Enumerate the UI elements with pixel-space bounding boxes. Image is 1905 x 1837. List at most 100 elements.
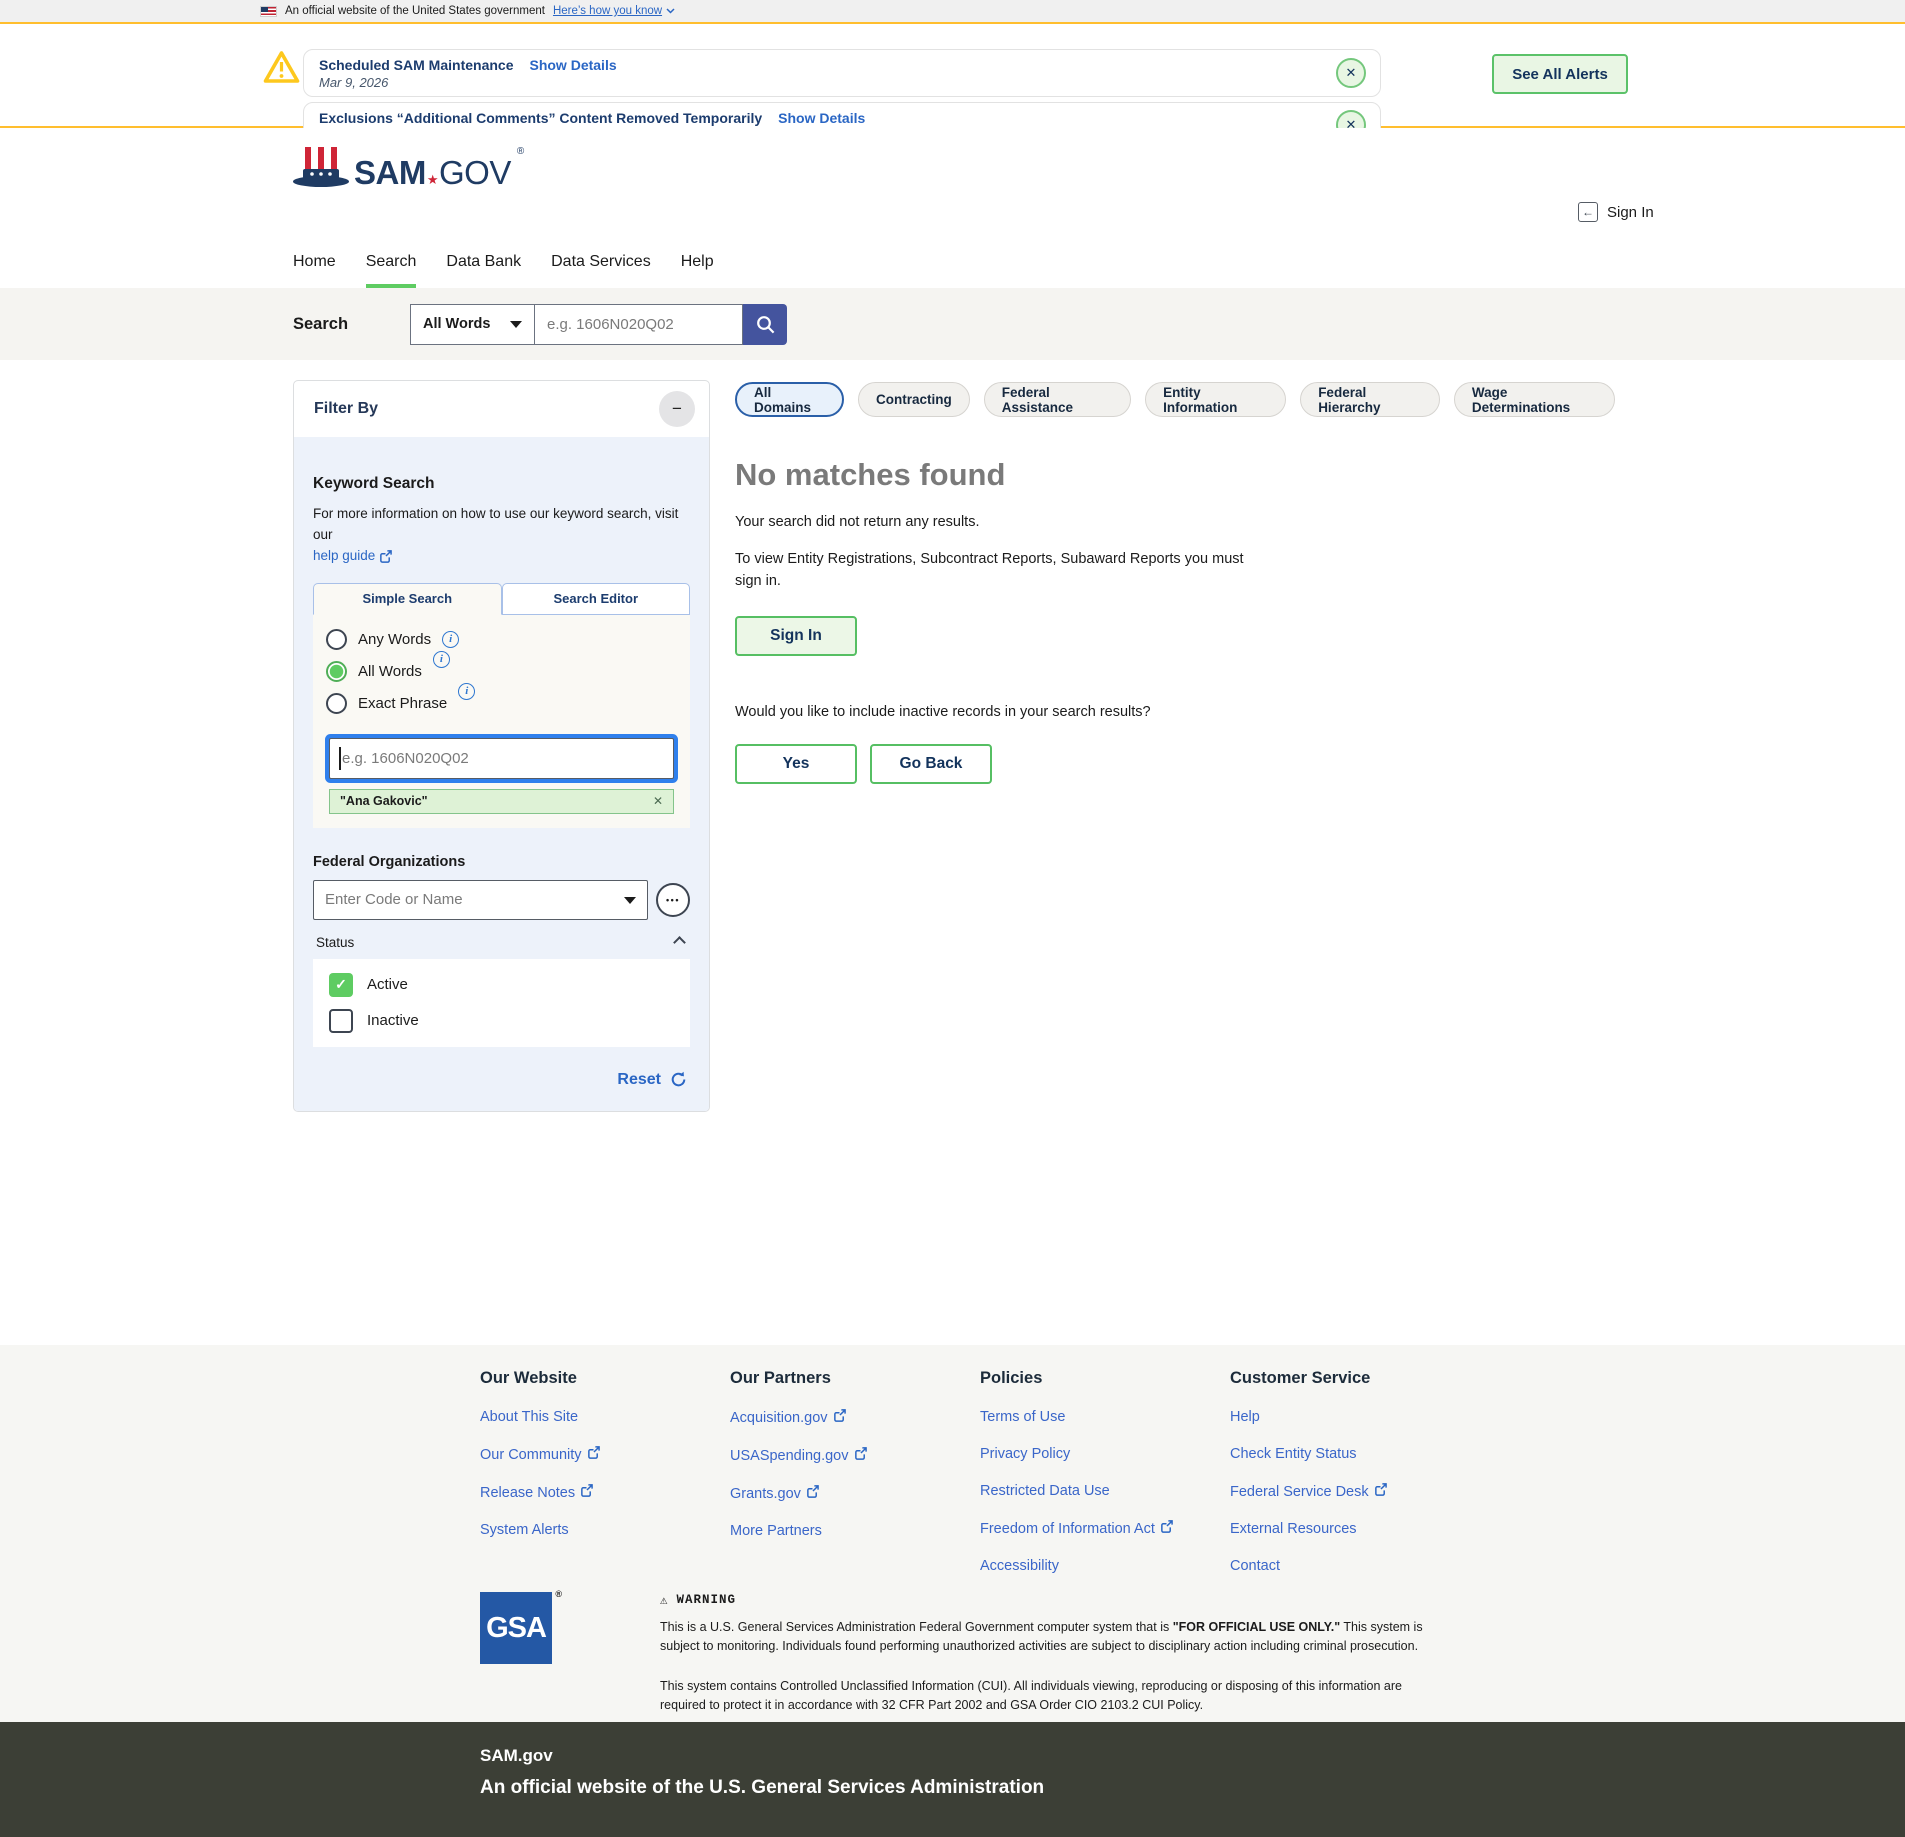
external-link-icon [833, 1409, 846, 1422]
help-guide-link[interactable]: help guide [313, 546, 393, 567]
federal-organizations-input[interactable] [313, 879, 648, 920]
footer-link-external-resources[interactable]: External Resources [1230, 1521, 1480, 1537]
no-results-message: Your search did not return any results. [735, 513, 980, 530]
checkbox-label: Active [367, 976, 408, 994]
external-link-icon [581, 1484, 593, 1497]
keyword-card: Any Words i All Words i Exact Phrase i e… [313, 614, 690, 828]
checkbox-inactive[interactable] [329, 1008, 353, 1033]
star-icon: ★ [426, 171, 439, 187]
footer-link-usaspending-gov[interactable]: USASpending.gov [730, 1447, 980, 1464]
alert-title: Exclusions “Additional Comments” Content… [319, 110, 763, 126]
search-input[interactable] [535, 303, 743, 345]
radio-all-words[interactable] [326, 660, 347, 682]
logo-gov-text: GOV [439, 153, 511, 191]
show-details-link[interactable]: Show Details [778, 110, 865, 126]
nav-item-data-services[interactable]: Data Services [551, 253, 651, 288]
external-link-icon [1374, 1483, 1387, 1496]
footer-col-our-website: Our Website About This Site Our Communit… [480, 1369, 730, 1574]
warning-title-text: WARNING [676, 1593, 737, 1607]
footer-link-check-entity-status[interactable]: Check Entity Status [1230, 1446, 1480, 1462]
yes-button[interactable]: Yes [735, 744, 857, 785]
sam-hat-icon [293, 147, 349, 187]
footer-link-help[interactable]: Help [1230, 1409, 1480, 1425]
checkbox-active[interactable]: ✓ [329, 972, 353, 997]
text-caret [339, 746, 341, 770]
checkbox-label: Inactive [367, 1012, 419, 1030]
footer-link-contact[interactable]: Contact [1230, 1558, 1480, 1574]
external-link-icon [1161, 1520, 1173, 1533]
warning-triangle-icon [263, 50, 300, 89]
footer-link-about-this-site[interactable]: About This Site [480, 1409, 730, 1425]
more-options-button[interactable]: ••• [656, 882, 690, 917]
footer-link-privacy-policy[interactable]: Privacy Policy [980, 1446, 1230, 1462]
external-link-icon [807, 1485, 819, 1498]
info-icon[interactable]: i [458, 682, 476, 700]
radio-exact-phrase[interactable] [326, 692, 347, 714]
dropdown-caret-icon[interactable] [624, 896, 636, 904]
sam-gov-logo[interactable]: SAM ★ GOV ® [292, 146, 524, 191]
gsa-logo: GSA ® [480, 1589, 562, 1664]
sign-in-button[interactable]: Sign In [735, 616, 857, 657]
info-icon[interactable]: i [442, 630, 460, 648]
footer-col-heading: Our Partners [730, 1369, 831, 1387]
inactive-records-question: Would you like to include inactive recor… [735, 704, 1151, 721]
sign-in-link[interactable]: ← Sign In [1578, 202, 1654, 222]
footer-link-foia[interactable]: Freedom of Information Act [980, 1520, 1230, 1537]
tag-close-icon[interactable]: ✕ [653, 794, 663, 808]
pill-wage-determinations[interactable]: Wage Determinations [1453, 382, 1615, 417]
pill-federal-hierarchy[interactable]: Federal Hierarchy [1300, 382, 1440, 417]
footer-col-customer-service: Customer Service Help Check Entity Statu… [1230, 1369, 1480, 1574]
footer-link-acquisition-gov[interactable]: Acquisition.gov [730, 1409, 980, 1426]
radio-any-words[interactable] [326, 628, 347, 650]
warning-block: ⚠ WARNING This is a U.S. General Service… [660, 1592, 1450, 1716]
close-icon[interactable]: ✕ [1336, 58, 1366, 88]
gov-banner-text: An official website of the United States… [285, 5, 545, 17]
collapse-filters-button[interactable]: − [659, 391, 695, 427]
see-all-alerts-button[interactable]: See All Alerts [1492, 54, 1628, 94]
check-icon: ✓ [335, 976, 347, 993]
reset-filters-link[interactable]: Reset [313, 1071, 690, 1089]
go-back-button[interactable]: Go Back [870, 744, 992, 785]
nav-item-home[interactable]: Home [293, 253, 336, 288]
footer-link-system-alerts[interactable]: System Alerts [480, 1522, 730, 1538]
footer-link-release-notes[interactable]: Release Notes [480, 1484, 730, 1501]
radio-label: All Words [358, 662, 422, 680]
footer-link-more-partners[interactable]: More Partners [730, 1523, 980, 1539]
footer-link-terms-of-use[interactable]: Terms of Use [980, 1409, 1230, 1425]
nav-item-help[interactable]: Help [681, 253, 714, 288]
pill-entity-information[interactable]: Entity Information [1145, 382, 1287, 417]
external-link-icon [380, 549, 393, 563]
tab-search-editor[interactable]: Search Editor [501, 582, 690, 615]
info-icon[interactable]: i [432, 650, 450, 668]
pill-all-domains[interactable]: All Domains [735, 382, 844, 417]
results-section: All Domains Contracting Federal Assistan… [735, 380, 1615, 785]
external-link-icon [587, 1446, 600, 1459]
footer-link-federal-service-desk[interactable]: Federal Service Desk [1230, 1483, 1480, 1500]
footer-link-accessibility[interactable]: Accessibility [980, 1558, 1230, 1574]
footer-link-grants-gov[interactable]: Grants.gov [730, 1485, 980, 1502]
footer-col-heading: Policies [980, 1369, 1043, 1387]
keyword-input[interactable] [329, 737, 674, 779]
how-you-know-link[interactable]: Here’s how you know [553, 5, 675, 17]
status-section-toggle[interactable]: Status [313, 935, 690, 950]
search-mode-select[interactable]: All Words [410, 303, 535, 345]
search-button[interactable] [743, 303, 787, 345]
footer-link-our-community[interactable]: Our Community [480, 1446, 730, 1463]
keyword-info-text: For more information on how to use our k… [313, 504, 690, 567]
tab-simple-search[interactable]: Simple Search [313, 582, 502, 615]
nav-item-data-bank[interactable]: Data Bank [446, 253, 521, 288]
external-link-icon [854, 1447, 867, 1460]
search-strip-label: Search [293, 314, 349, 333]
alert-title: Scheduled SAM Maintenance [319, 57, 514, 73]
footer-link-restricted-data-use[interactable]: Restricted Data Use [980, 1483, 1230, 1499]
sign-in-icon: ← [1578, 202, 1598, 222]
show-details-link[interactable]: Show Details [529, 57, 616, 73]
minus-icon: − [672, 399, 682, 418]
pill-federal-assistance[interactable]: Federal Assistance [983, 382, 1132, 417]
radio-label: Exact Phrase [358, 694, 448, 712]
warning-paragraph-2: This system contains Controlled Unclassi… [660, 1678, 1402, 1713]
pill-contracting[interactable]: Contracting [857, 382, 970, 417]
site-header: SAM ★ GOV ® ← Sign In Home Search Data Ban… [0, 128, 1905, 288]
nav-item-search[interactable]: Search [365, 253, 417, 288]
search-icon [756, 315, 774, 333]
